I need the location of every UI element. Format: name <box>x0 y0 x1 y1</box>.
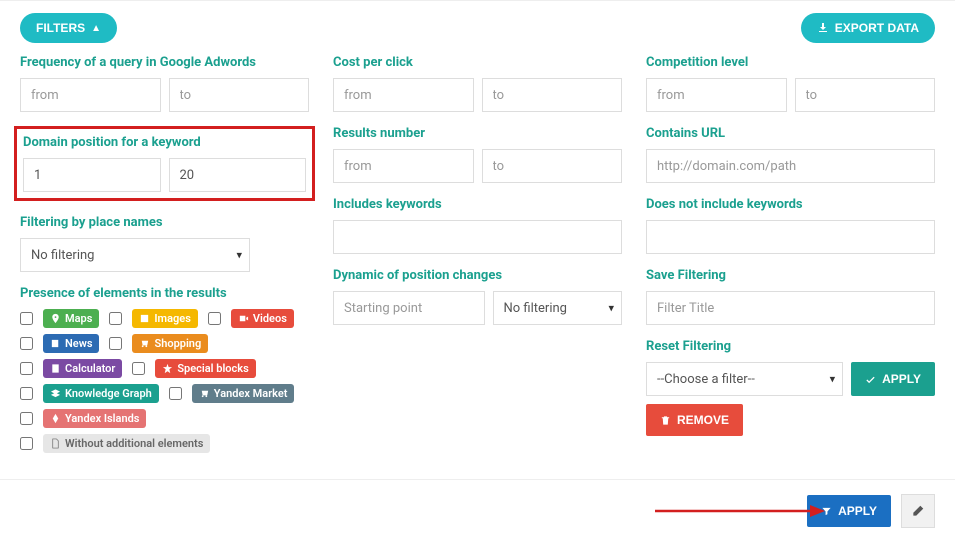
filters-column-3: Competition level Contains URL Does not … <box>646 55 935 467</box>
knowledge-graph-checkbox[interactable] <box>20 387 33 400</box>
eraser-icon <box>911 504 925 518</box>
presence-label: Presence of elements in the results <box>20 286 309 301</box>
maps-badge: Maps <box>43 309 99 328</box>
knowledge-graph-badge: Knowledge Graph <box>43 384 159 403</box>
arrow-annotation <box>655 503 825 519</box>
news-badge: News <box>43 334 99 353</box>
videos-checkbox[interactable] <box>208 312 221 325</box>
special-blocks-badge: Special blocks <box>155 359 255 378</box>
filters-label: FILTERS <box>36 21 85 35</box>
maps-checkbox[interactable] <box>20 312 33 325</box>
filter-title-input[interactable] <box>646 291 935 325</box>
filters-column-1: Frequency of a query in Google Adwords D… <box>20 55 309 467</box>
cpc-label: Cost per click <box>333 55 622 70</box>
without-elements-checkbox[interactable] <box>20 437 33 450</box>
without-elements-badge: Without additional elements <box>43 434 210 453</box>
filters-column-2: Cost per click Results number Includes k… <box>333 55 622 467</box>
yandex-market-badge: Yandex Market <box>192 384 295 403</box>
check-icon <box>865 374 876 385</box>
place-filter-label: Filtering by place names <box>20 215 309 230</box>
export-label: EXPORT DATA <box>835 21 919 35</box>
frequency-to-input[interactable] <box>169 78 310 112</box>
filter-apply-button[interactable]: APPLY <box>851 362 935 396</box>
dynamic-label: Dynamic of position changes <box>333 268 622 283</box>
save-filtering-label: Save Filtering <box>646 268 935 283</box>
calculator-checkbox[interactable] <box>20 362 33 375</box>
yandex-islands-checkbox[interactable] <box>20 412 33 425</box>
cpc-from-input[interactable] <box>333 78 474 112</box>
cpc-to-input[interactable] <box>482 78 623 112</box>
competition-to-input[interactable] <box>795 78 936 112</box>
competition-from-input[interactable] <box>646 78 787 112</box>
contains-url-label: Contains URL <box>646 126 935 141</box>
images-badge: Images <box>132 309 197 328</box>
domain-position-label: Domain position for a keyword <box>23 135 306 150</box>
position-from-input[interactable] <box>23 158 161 192</box>
special-blocks-checkbox[interactable] <box>132 362 145 375</box>
yandex-islands-badge: Yandex Islands <box>43 409 146 428</box>
dynamic-filter-select[interactable]: No filtering <box>493 291 623 325</box>
reset-filtering-label: Reset Filtering <box>646 339 935 354</box>
results-label: Results number <box>333 126 622 141</box>
filter-remove-button[interactable]: REMOVE <box>646 404 743 436</box>
calculator-badge: Calculator <box>43 359 122 378</box>
competition-label: Competition level <box>646 55 935 70</box>
trash-icon <box>660 415 671 426</box>
news-checkbox[interactable] <box>20 337 33 350</box>
download-icon <box>817 22 829 34</box>
results-to-input[interactable] <box>482 149 623 183</box>
shopping-badge: Shopping <box>132 334 208 353</box>
position-to-input[interactable] <box>169 158 307 192</box>
results-from-input[interactable] <box>333 149 474 183</box>
not-include-kw-input[interactable] <box>646 220 935 254</box>
reset-filter-select[interactable]: --Choose a filter-- <box>646 362 843 396</box>
frequency-label: Frequency of a query in Google Adwords <box>20 55 309 70</box>
frequency-from-input[interactable] <box>20 78 161 112</box>
footer-clear-button[interactable] <box>901 494 935 528</box>
domain-position-group-highlighted: Domain position for a keyword <box>14 126 315 201</box>
export-data-button[interactable]: EXPORT DATA <box>801 13 935 43</box>
not-include-kw-label: Does not include keywords <box>646 197 935 212</box>
videos-badge: Videos <box>231 309 294 328</box>
includes-kw-label: Includes keywords <box>333 197 622 212</box>
filters-toggle-button[interactable]: FILTERS ▲ <box>20 13 117 43</box>
shopping-checkbox[interactable] <box>109 337 122 350</box>
contains-url-input[interactable] <box>646 149 935 183</box>
chevron-up-icon: ▲ <box>91 23 101 34</box>
images-checkbox[interactable] <box>109 312 122 325</box>
starting-point-input[interactable] <box>333 291 485 325</box>
place-filter-select[interactable]: No filtering <box>20 238 250 272</box>
yandex-market-checkbox[interactable] <box>169 387 182 400</box>
includes-kw-input[interactable] <box>333 220 622 254</box>
